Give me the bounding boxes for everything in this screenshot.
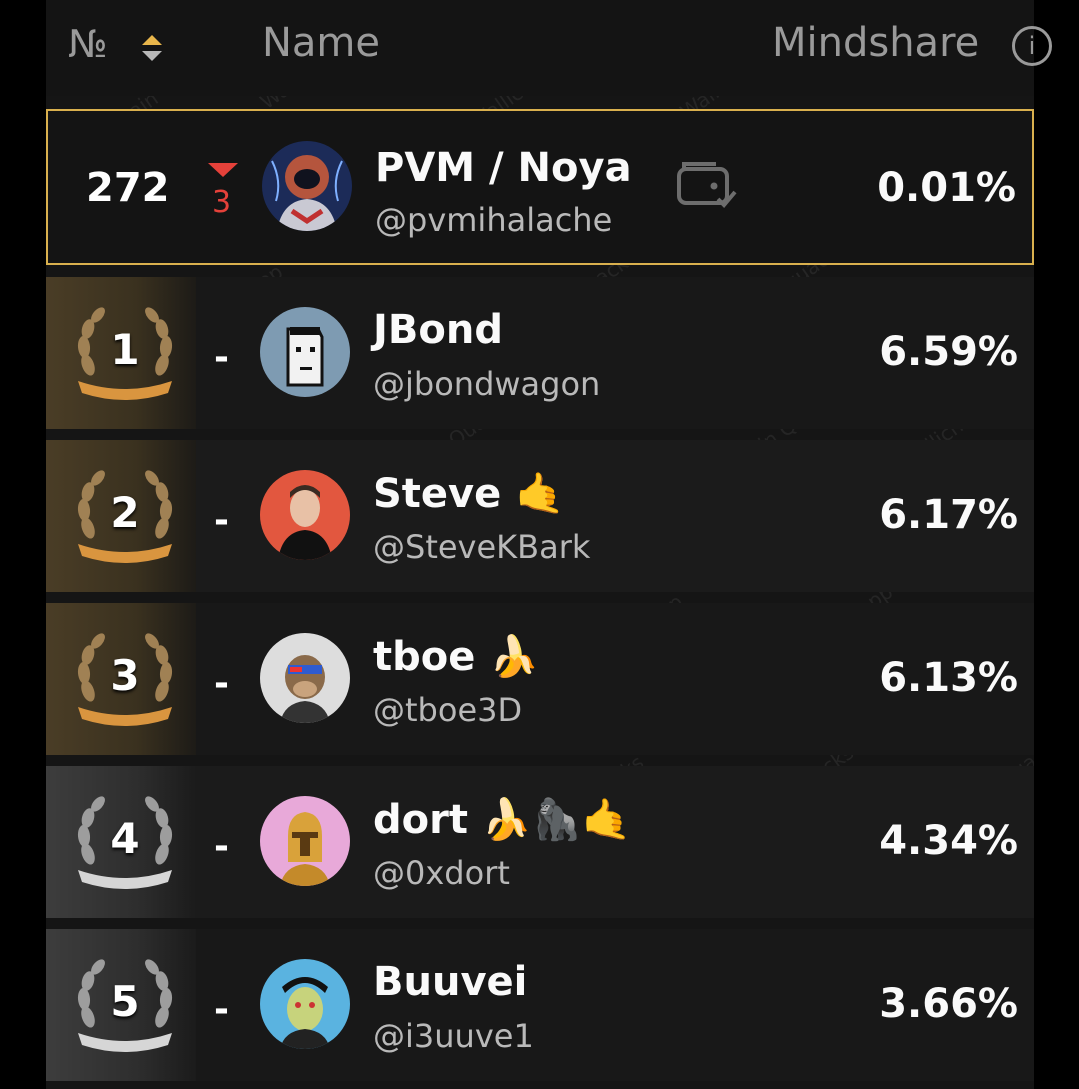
- avatar[interactable]: [260, 307, 350, 397]
- table-row[interactable]: 2 - Steve 🤙 @SteveKBark 6.17%: [46, 440, 1034, 592]
- user-display-name[interactable]: PVM / Noya: [375, 145, 632, 191]
- avatar[interactable]: [260, 959, 350, 1049]
- user-handle[interactable]: @tboe3D: [373, 691, 522, 729]
- rank-change: -: [214, 337, 229, 378]
- info-icon[interactable]: i: [1012, 26, 1052, 66]
- mindshare-value: 3.66%: [879, 981, 1018, 1027]
- user-handle[interactable]: @i3uuve1: [373, 1017, 534, 1055]
- rank-column-header[interactable]: №: [68, 22, 108, 66]
- rank-change: 3: [212, 185, 232, 220]
- rank-down-arrow-icon: [208, 163, 238, 177]
- table-row[interactable]: 3 - tboe 🍌 @tboe3D 6.13%: [46, 603, 1034, 755]
- mindshare-value: 6.17%: [879, 492, 1018, 538]
- user-handle[interactable]: @jbondwagon: [373, 365, 600, 403]
- rank-change: -: [214, 663, 229, 704]
- user-display-name[interactable]: tboe 🍌: [373, 633, 539, 680]
- rank-change: -: [214, 826, 229, 867]
- sort-updown-icon[interactable]: [141, 33, 163, 63]
- wallet-verified-icon: [677, 162, 737, 208]
- avatar[interactable]: [260, 470, 350, 560]
- rank-number: 4: [110, 814, 140, 863]
- rank-number: 5: [110, 977, 140, 1026]
- rank-change: -: [214, 989, 229, 1030]
- table-row[interactable]: 1 - JBond @jbondwagon 6.59%: [46, 277, 1034, 429]
- user-display-name[interactable]: Steve 🤙: [373, 470, 565, 517]
- name-column-header: Name: [262, 20, 381, 66]
- mindshare-value: 0.01%: [877, 165, 1016, 211]
- current-user-row[interactable]: 272 3 PVM / Noya @pvmihalache 0.01%: [46, 109, 1034, 265]
- rank-number: 272: [86, 165, 170, 211]
- user-handle[interactable]: @0xdort: [373, 854, 510, 892]
- rank-number: 3: [110, 651, 140, 700]
- user-display-name[interactable]: dort 🍌🦍🤙: [373, 796, 631, 843]
- avatar[interactable]: [262, 141, 352, 231]
- rank-number: 2: [110, 488, 140, 537]
- mindshare-column-header[interactable]: Mindshare: [772, 20, 979, 66]
- table-row[interactable]: 5 - Buuvei @i3uuve1 3.66%: [46, 929, 1034, 1081]
- mindshare-value: 4.34%: [879, 818, 1018, 864]
- user-handle[interactable]: @SteveKBark: [373, 528, 590, 566]
- mindshare-value: 6.59%: [879, 329, 1018, 375]
- avatar[interactable]: [260, 633, 350, 723]
- mindshare-value: 6.13%: [879, 655, 1018, 701]
- avatar[interactable]: [260, 796, 350, 886]
- rank-number: 1: [110, 325, 140, 374]
- user-display-name[interactable]: Buuvei: [373, 959, 527, 1005]
- user-display-name[interactable]: JBond: [373, 307, 503, 353]
- rank-change: -: [214, 500, 229, 541]
- table-row[interactable]: 4 - dort 🍌🦍🤙 @0xdort 4.34%: [46, 766, 1034, 918]
- user-handle[interactable]: @pvmihalache: [375, 201, 612, 239]
